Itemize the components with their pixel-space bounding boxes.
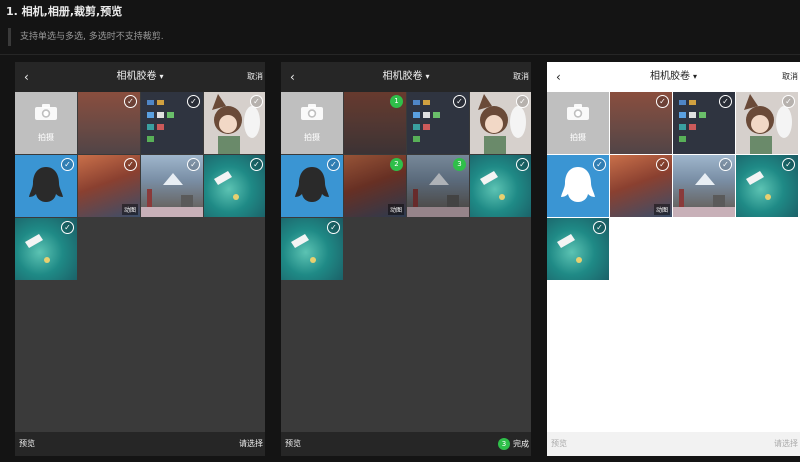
check-icon[interactable]: ✓ <box>782 95 795 108</box>
check-icon[interactable]: ✓ <box>250 158 263 171</box>
camera-tile[interactable]: 拍摄 <box>547 92 609 154</box>
doc-note: 支持单选与多选, 多选时不支持裁剪. <box>8 28 792 46</box>
preview-button[interactable]: 预览 <box>285 438 301 450</box>
camera-icon <box>567 104 589 120</box>
gif-badge: 动图 <box>387 204 404 215</box>
camera-label: 拍摄 <box>570 133 586 142</box>
picker-header: ‹ 相机胶卷 ▾ 取消 <box>15 62 265 92</box>
camera-label: 拍摄 <box>38 133 54 142</box>
check-icon[interactable]: ✓ <box>61 221 74 234</box>
divider <box>0 54 800 55</box>
camera-icon <box>301 104 323 120</box>
photo-tile[interactable]: ✓ <box>15 218 77 280</box>
done-label: 完成 <box>513 439 529 449</box>
chevron-down-icon: ▾ <box>425 72 430 81</box>
picker-footer: 预览 请选择 <box>15 432 265 456</box>
check-icon[interactable]: ✓ <box>124 158 137 171</box>
gif-badge: 动图 <box>121 204 138 215</box>
picker-header: ‹ 相机胶卷 ▾ 取消 <box>547 62 800 92</box>
photo-tile[interactable]: ✓ <box>610 92 672 154</box>
photo-tile[interactable]: ✓ <box>547 155 609 217</box>
photo-tile[interactable]: 2 动图 <box>344 155 406 217</box>
photo-tile[interactable]: ✓ <box>673 155 735 217</box>
camera-label: 拍摄 <box>304 133 320 142</box>
cancel-button[interactable]: 取消 <box>782 71 798 83</box>
done-count-badge: 3 <box>498 438 510 450</box>
check-icon[interactable]: ✓ <box>250 95 263 108</box>
photo-tile[interactable]: ✓ <box>407 92 469 154</box>
picker-panel-single: ‹ 相机胶卷 ▾ 取消 拍摄 ✓ ✓ ✓ ✓ ✓ 动图 ✓ ✓ ✓ 预览 请选择 <box>15 62 265 456</box>
chevron-down-icon: ▾ <box>159 72 164 81</box>
doc-heading: 1. 相机,相册,裁剪,预览 <box>6 5 123 18</box>
gif-badge: 动图 <box>653 204 670 215</box>
photo-tile[interactable]: ✓ <box>470 155 531 217</box>
check-icon[interactable]: ✓ <box>656 158 669 171</box>
photo-tile[interactable]: 3 <box>407 155 469 217</box>
preview-button[interactable]: 预览 <box>551 438 567 450</box>
photo-tile[interactable]: ✓ <box>141 155 203 217</box>
photo-tile[interactable]: 1 <box>344 92 406 154</box>
check-icon[interactable]: ✓ <box>61 158 74 171</box>
photo-tile[interactable]: ✓ <box>547 218 609 280</box>
chevron-down-icon: ▾ <box>692 72 697 81</box>
photo-tile[interactable]: ✓ <box>736 155 798 217</box>
album-title-dropdown[interactable]: 相机胶卷 ▾ <box>15 70 265 84</box>
check-icon[interactable]: ✓ <box>656 95 669 108</box>
check-icon[interactable]: ✓ <box>593 221 606 234</box>
check-icon[interactable]: ✓ <box>453 95 466 108</box>
photo-tile[interactable]: ✓ <box>78 92 140 154</box>
picker-footer: 预览 3 完成 <box>281 432 531 456</box>
check-icon[interactable]: ✓ <box>187 158 200 171</box>
album-title-dropdown[interactable]: 相机胶卷 ▾ <box>281 70 531 84</box>
selection-number-badge[interactable]: 2 <box>390 158 403 171</box>
select-button[interactable]: 请选择 <box>239 438 263 450</box>
selection-number-badge[interactable]: 3 <box>453 158 466 171</box>
photo-tile[interactable]: ✓ <box>736 92 798 154</box>
check-icon[interactable]: ✓ <box>187 95 200 108</box>
photo-tile[interactable]: ✓ <box>204 155 265 217</box>
preview-button[interactable]: 预览 <box>19 438 35 450</box>
check-icon[interactable]: ✓ <box>516 158 529 171</box>
picker-footer: 预览 请选择 <box>547 432 800 456</box>
album-title: 相机胶卷 <box>116 71 157 82</box>
select-button[interactable]: 请选择 <box>774 438 798 450</box>
picker-header: ‹ 相机胶卷 ▾ 取消 <box>281 62 531 92</box>
album-title-dropdown[interactable]: 相机胶卷 ▾ <box>547 70 800 84</box>
check-icon[interactable]: ✓ <box>327 158 340 171</box>
cancel-button[interactable]: 取消 <box>247 71 263 83</box>
check-icon[interactable]: ✓ <box>327 221 340 234</box>
photo-tile[interactable]: ✓ <box>470 92 531 154</box>
camera-icon <box>35 104 57 120</box>
photo-tile[interactable]: ✓ 动图 <box>78 155 140 217</box>
done-button[interactable]: 3 完成 <box>498 438 529 451</box>
picker-panel-light: ‹ 相机胶卷 ▾ 取消 拍摄 ✓ ✓ ✓ ✓ ✓ 动图 ✓ ✓ ✓ 预览 请选择 <box>547 62 800 456</box>
check-icon[interactable]: ✓ <box>782 158 795 171</box>
photo-tile[interactable]: ✓ <box>141 92 203 154</box>
selection-number-badge[interactable]: 1 <box>390 95 403 108</box>
album-title: 相机胶卷 <box>382 71 423 82</box>
check-icon[interactable]: ✓ <box>593 158 606 171</box>
album-title: 相机胶卷 <box>649 71 690 82</box>
check-icon[interactable]: ✓ <box>516 95 529 108</box>
photo-tile[interactable]: ✓ <box>281 155 343 217</box>
photo-tile[interactable]: ✓ 动图 <box>610 155 672 217</box>
check-icon[interactable]: ✓ <box>719 95 732 108</box>
photo-tile[interactable]: ✓ <box>204 92 265 154</box>
check-icon[interactable]: ✓ <box>719 158 732 171</box>
photo-tile[interactable]: ✓ <box>281 218 343 280</box>
picker-panel-multi: ‹ 相机胶卷 ▾ 取消 拍摄 1 ✓ ✓ ✓ 2 动图 3 ✓ ✓ 预览 3 完… <box>281 62 531 456</box>
cancel-button[interactable]: 取消 <box>513 71 529 83</box>
check-icon[interactable]: ✓ <box>124 95 137 108</box>
camera-tile[interactable]: 拍摄 <box>281 92 343 154</box>
photo-tile[interactable]: ✓ <box>673 92 735 154</box>
camera-tile[interactable]: 拍摄 <box>15 92 77 154</box>
photo-tile[interactable]: ✓ <box>15 155 77 217</box>
